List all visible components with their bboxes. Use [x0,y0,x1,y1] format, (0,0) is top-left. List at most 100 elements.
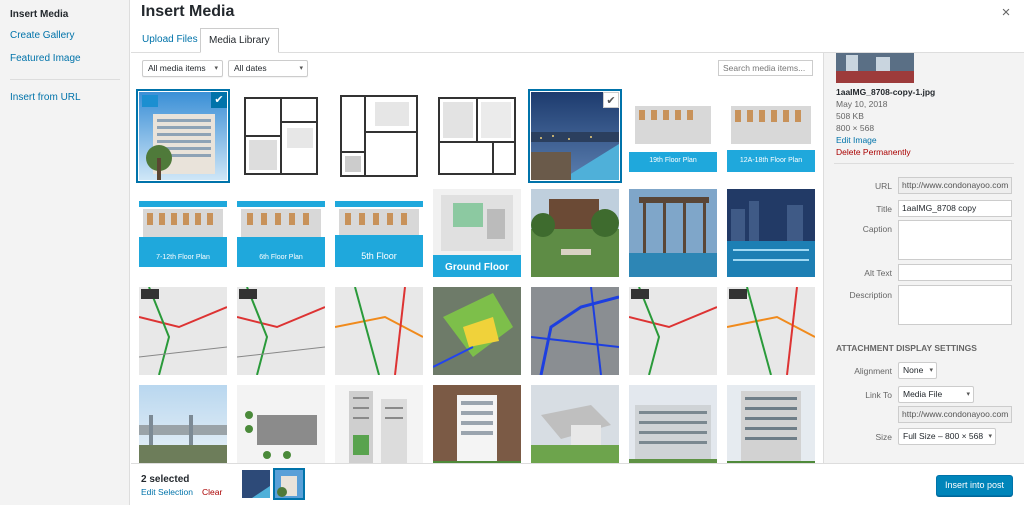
media-toolbar-footer: 2 selected Edit Selection Clear Insert i… [131,463,1024,505]
image-caption: 6th Floor Plan [259,254,303,261]
caption-field[interactable] [898,220,1012,260]
media-item[interactable]: 5th Floor [335,189,423,277]
media-item[interactable] [531,287,619,375]
selected-thumbnail[interactable] [242,470,270,498]
menu-item-create-gallery[interactable]: Create Gallery [10,30,74,41]
title-field[interactable]: 1aaIMG_8708 copy [898,200,1012,217]
map-thumbnail [727,287,815,375]
chevron-down-icon: ▾ [299,65,303,72]
image-caption: 7-12th Floor Plan [156,254,210,261]
title-label: Title [876,204,892,214]
date-filter[interactable]: All dates ▾ [228,60,308,77]
building-render [727,385,815,463]
checkmark-icon[interactable]: ✔ [603,92,619,108]
modal-title: Insert Media [141,3,235,20]
size-label: Size [875,432,892,442]
size-value: Full Size – 800 × 568 [903,431,984,441]
media-item[interactable]: 7-12th Floor Plan [139,189,227,277]
insert-into-post-button[interactable]: Insert into post [936,475,1013,496]
tab-upload-files[interactable]: Upload Files [134,28,206,53]
checkmark-icon[interactable]: ✔ [211,92,227,108]
url-field[interactable]: http://www.condonayoo.com [898,177,1012,194]
floor-plan-thumbnail [237,189,325,277]
media-item[interactable]: 19th Floor Plan [629,92,717,180]
selection-count: 2 selected [141,474,190,485]
date-filter-value: All dates [234,63,267,73]
menu-item-insert-media[interactable]: Insert Media [10,9,68,20]
close-icon[interactable]: × [999,5,1013,20]
image-caption: Ground Floor [445,262,509,273]
media-item[interactable] [727,287,815,375]
media-menu: Insert Media Create Gallery Featured Ima… [0,0,130,505]
floor-plan-thumbnail [433,92,521,180]
attachment-filename: 1aaIMG_8708-copy-1.jpg [836,87,936,97]
media-item[interactable] [433,287,521,375]
media-item[interactable] [237,92,325,180]
media-item[interactable]: Ground Floor [433,189,521,277]
alt-text-label: Alt Text [864,268,892,278]
edit-image-link[interactable]: Edit Image [836,135,877,145]
media-item[interactable]: 12A-18th Floor Plan [727,92,815,180]
media-item[interactable] [531,189,619,277]
alignment-label: Alignment [854,366,892,376]
media-item[interactable] [335,385,423,463]
media-item[interactable] [335,287,423,375]
pool-photo [629,189,717,277]
tab-media-library[interactable]: Media Library [200,28,279,53]
elevation-drawing [335,385,423,463]
search-input[interactable]: Search media items... [718,60,813,76]
building-render [629,385,717,463]
clear-selection-link[interactable]: Clear [202,487,222,497]
media-item[interactable]: 6th Floor Plan [237,189,325,277]
floor-plan-thumbnail [237,92,325,180]
media-item[interactable] [629,189,717,277]
alignment-value: None [903,365,924,375]
map-thumbnail [335,287,423,375]
link-url-field[interactable]: http://www.condonayoo.com [898,406,1012,423]
chevron-down-icon: ▾ [929,367,933,374]
media-item[interactable] [433,385,521,463]
attachment-thumbnail [836,53,914,83]
link-to-select[interactable]: Media File ▾ [898,386,974,403]
building-render [433,385,521,463]
attachment-filesize: 508 KB [836,111,864,121]
url-label: URL [874,181,892,191]
image-caption: 5th Floor [361,251,397,261]
media-item[interactable]: ✔ [136,89,230,183]
media-item[interactable] [237,287,325,375]
media-type-filter[interactable]: All media items ▾ [142,60,223,77]
media-item[interactable] [433,92,521,180]
caption-label: Caption [862,224,892,234]
alignment-select[interactable]: None ▾ [898,362,937,379]
menu-item-featured-image[interactable]: Featured Image [10,53,81,64]
media-item[interactable] [139,287,227,375]
floor-plan-thumbnail [335,189,423,277]
floor-plan-thumbnail [629,92,717,180]
menu-item-insert-from-url[interactable]: Insert from URL [10,92,81,103]
media-item[interactable] [531,385,619,463]
description-field[interactable] [898,285,1012,325]
map-thumbnail [139,287,227,375]
media-item[interactable] [237,385,325,463]
night-pool-photo [727,189,815,277]
description-label: Description [849,290,892,300]
media-item[interactable] [629,287,717,375]
link-to-label: Link To [865,390,892,400]
image-caption: 19th Floor Plan [649,157,697,164]
media-item[interactable] [727,189,815,277]
media-item[interactable] [727,385,815,463]
selected-thumbnail[interactable] [273,468,305,500]
media-item[interactable] [139,385,227,463]
media-item[interactable] [629,385,717,463]
edit-selection-link[interactable]: Edit Selection [141,487,193,497]
divider [834,163,1014,164]
delete-permanently-link[interactable]: Delete Permanently [836,147,911,157]
alt-text-field[interactable] [898,264,1012,281]
chevron-down-icon: ▾ [966,391,970,398]
site-plan-thumbnail [237,385,325,463]
size-select[interactable]: Full Size – 800 × 568 ▾ [898,428,996,445]
image-caption: 12A-18th Floor Plan [739,157,803,164]
media-item[interactable]: ✔ [528,89,622,183]
media-item[interactable] [335,92,423,180]
menu-separator [10,79,120,80]
